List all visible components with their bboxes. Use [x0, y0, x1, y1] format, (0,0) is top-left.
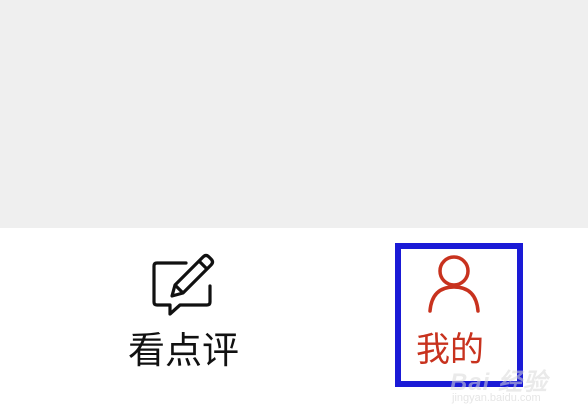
- edit-comment-icon: [152, 253, 215, 316]
- tab-review[interactable]: 看点评: [110, 228, 260, 416]
- baidu-jingyan-watermark: Bai 经验 jingyan.baidu.com: [448, 362, 584, 410]
- watermark-url: jingyan.baidu.com: [452, 392, 541, 404]
- tab-review-label: 看点评: [128, 329, 239, 372]
- content-area: [0, 0, 588, 228]
